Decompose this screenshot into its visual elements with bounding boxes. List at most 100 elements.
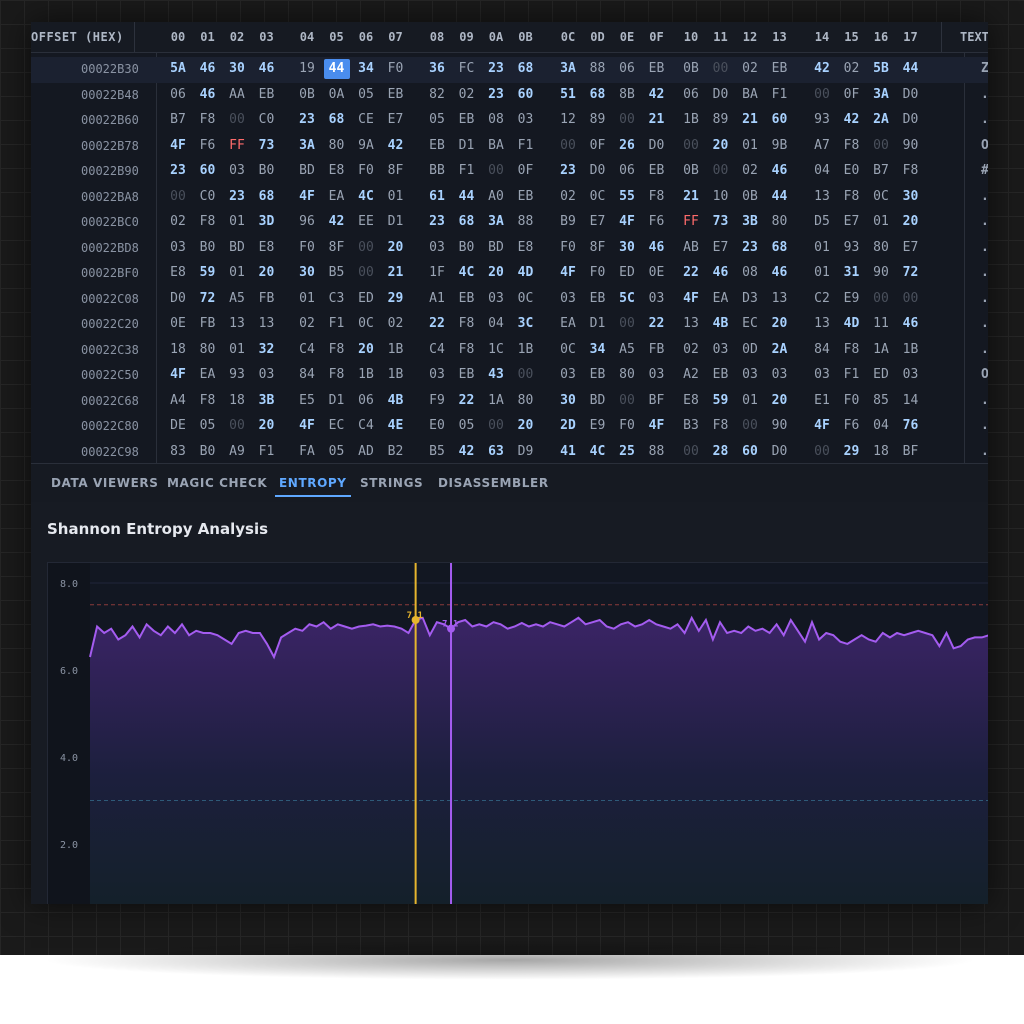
- hex-byte[interactable]: 0A: [324, 87, 350, 102]
- hex-byte[interactable]: 80: [767, 214, 793, 229]
- hex-byte[interactable]: 9A: [353, 138, 379, 153]
- hex-byte[interactable]: 05: [353, 87, 379, 102]
- hex-byte[interactable]: 03: [513, 112, 539, 127]
- hex-byte[interactable]: D9: [513, 444, 539, 459]
- hex-byte[interactable]: 41: [555, 444, 581, 459]
- hex-byte[interactable]: EB: [424, 138, 450, 153]
- hex-byte[interactable]: 68: [585, 87, 611, 102]
- hex-byte[interactable]: 2A: [868, 112, 894, 127]
- hex-byte[interactable]: 88: [585, 61, 611, 76]
- hex-byte[interactable]: 93: [839, 240, 865, 255]
- hex-byte[interactable]: 00: [708, 61, 734, 76]
- hex-byte[interactable]: 88: [644, 444, 670, 459]
- hex-byte[interactable]: 26: [614, 138, 640, 153]
- hex-byte[interactable]: E8: [324, 163, 350, 178]
- hex-byte[interactable]: 0E: [165, 316, 191, 331]
- hex-byte[interactable]: 3A: [555, 61, 581, 76]
- hex-byte[interactable]: 23: [165, 163, 191, 178]
- hex-byte[interactable]: C3: [324, 291, 350, 306]
- hex-byte[interactable]: 23: [737, 240, 763, 255]
- hex-byte[interactable]: 00: [224, 418, 250, 433]
- tab-disassembler[interactable]: DISASSEMBLER: [438, 476, 549, 490]
- hex-byte[interactable]: EB: [585, 291, 611, 306]
- hex-byte[interactable]: E8: [254, 240, 280, 255]
- hex-byte[interactable]: A2: [678, 367, 704, 382]
- hex-byte[interactable]: 03: [483, 291, 509, 306]
- hex-byte[interactable]: F8: [195, 393, 221, 408]
- hex-byte[interactable]: A4: [165, 393, 191, 408]
- hex-byte[interactable]: A5: [224, 291, 250, 306]
- hex-byte[interactable]: EB: [708, 367, 734, 382]
- hex-byte[interactable]: 88: [513, 214, 539, 229]
- hex-byte[interactable]: F0: [294, 240, 320, 255]
- hex-byte[interactable]: 03: [254, 367, 280, 382]
- hex-byte[interactable]: 08: [737, 265, 763, 280]
- hex-byte[interactable]: 01: [224, 265, 250, 280]
- hex-byte[interactable]: 22: [454, 393, 480, 408]
- hex-byte[interactable]: 42: [644, 87, 670, 102]
- hex-byte[interactable]: 13: [767, 291, 793, 306]
- hex-byte[interactable]: 03: [809, 367, 835, 382]
- hex-byte[interactable]: 42: [809, 61, 835, 76]
- hex-byte[interactable]: D0: [767, 444, 793, 459]
- hex-byte[interactable]: E7: [708, 240, 734, 255]
- hex-row[interactable]: 00022C08 D0 72 A5 FB 01 C3 ED 29 A1 EB 03 0C 03 EB 5C 03…: [31, 287, 988, 313]
- hex-byte[interactable]: F1: [454, 163, 480, 178]
- hex-byte[interactable]: D0: [898, 87, 924, 102]
- hex-byte[interactable]: E8: [513, 240, 539, 255]
- hex-row[interactable]: 00022B90 23 60 03 B0 BD E8 F0 8F BB F1 00 0F 23 D0 06 EB…: [31, 159, 988, 185]
- hex-byte[interactable]: 5C: [614, 291, 640, 306]
- hex-byte[interactable]: 03: [644, 291, 670, 306]
- hex-byte[interactable]: 05: [454, 418, 480, 433]
- hex-byte[interactable]: F1: [513, 138, 539, 153]
- hex-byte[interactable]: C2: [809, 291, 835, 306]
- hex-byte[interactable]: 8F: [585, 240, 611, 255]
- hex-byte[interactable]: 4F: [165, 138, 191, 153]
- hex-byte[interactable]: 90: [767, 418, 793, 433]
- hex-byte[interactable]: BF: [644, 393, 670, 408]
- hex-byte[interactable]: 00: [737, 418, 763, 433]
- hex-byte[interactable]: 12: [555, 112, 581, 127]
- hex-byte[interactable]: 00: [513, 367, 539, 382]
- hex-byte[interactable]: 4F: [614, 214, 640, 229]
- hex-byte[interactable]: 03: [644, 367, 670, 382]
- hex-byte[interactable]: 03: [708, 342, 734, 357]
- hex-byte[interactable]: 4F: [165, 367, 191, 382]
- hex-grid[interactable]: 00022B30 5A 46 30 46 19 44 34 F0 36 FC 23 68 3A 88 06 EB…: [31, 53, 988, 463]
- hex-byte[interactable]: AB: [678, 240, 704, 255]
- hex-byte[interactable]: 9B: [767, 138, 793, 153]
- hex-byte[interactable]: 13: [254, 316, 280, 331]
- hex-byte[interactable]: 0C: [868, 189, 894, 204]
- hex-byte[interactable]: B0: [195, 444, 221, 459]
- hex-byte[interactable]: ED: [614, 265, 640, 280]
- hex-byte[interactable]: 01: [383, 189, 409, 204]
- hex-byte[interactable]: 00: [809, 444, 835, 459]
- hex-byte[interactable]: 01: [294, 291, 320, 306]
- hex-byte[interactable]: 46: [898, 316, 924, 331]
- hex-byte[interactable]: BD: [483, 240, 509, 255]
- hex-byte[interactable]: EB: [644, 61, 670, 76]
- hex-byte[interactable]: 42: [839, 112, 865, 127]
- hex-byte[interactable]: ED: [868, 367, 894, 382]
- hex-byte[interactable]: 42: [383, 138, 409, 153]
- hex-byte[interactable]: 0B: [678, 61, 704, 76]
- hex-byte[interactable]: 05: [324, 444, 350, 459]
- hex-byte[interactable]: 44: [323, 59, 350, 79]
- hex-byte[interactable]: A0: [483, 189, 509, 204]
- hex-byte[interactable]: 3C: [513, 316, 539, 331]
- hex-byte[interactable]: 0B: [294, 87, 320, 102]
- hex-byte[interactable]: EC: [737, 316, 763, 331]
- hex-byte[interactable]: B7: [868, 163, 894, 178]
- hex-byte[interactable]: EB: [454, 112, 480, 127]
- hex-byte[interactable]: EA: [708, 291, 734, 306]
- hex-byte[interactable]: 89: [708, 112, 734, 127]
- hex-byte[interactable]: BA: [483, 138, 509, 153]
- hex-byte[interactable]: 46: [254, 61, 280, 76]
- hex-byte[interactable]: 84: [809, 342, 835, 357]
- hex-byte[interactable]: 5A: [165, 61, 191, 76]
- hex-byte[interactable]: BF: [898, 444, 924, 459]
- hex-byte[interactable]: 55: [614, 189, 640, 204]
- hex-byte[interactable]: 63: [483, 444, 509, 459]
- hex-byte[interactable]: 02: [678, 342, 704, 357]
- hex-byte[interactable]: 46: [195, 61, 221, 76]
